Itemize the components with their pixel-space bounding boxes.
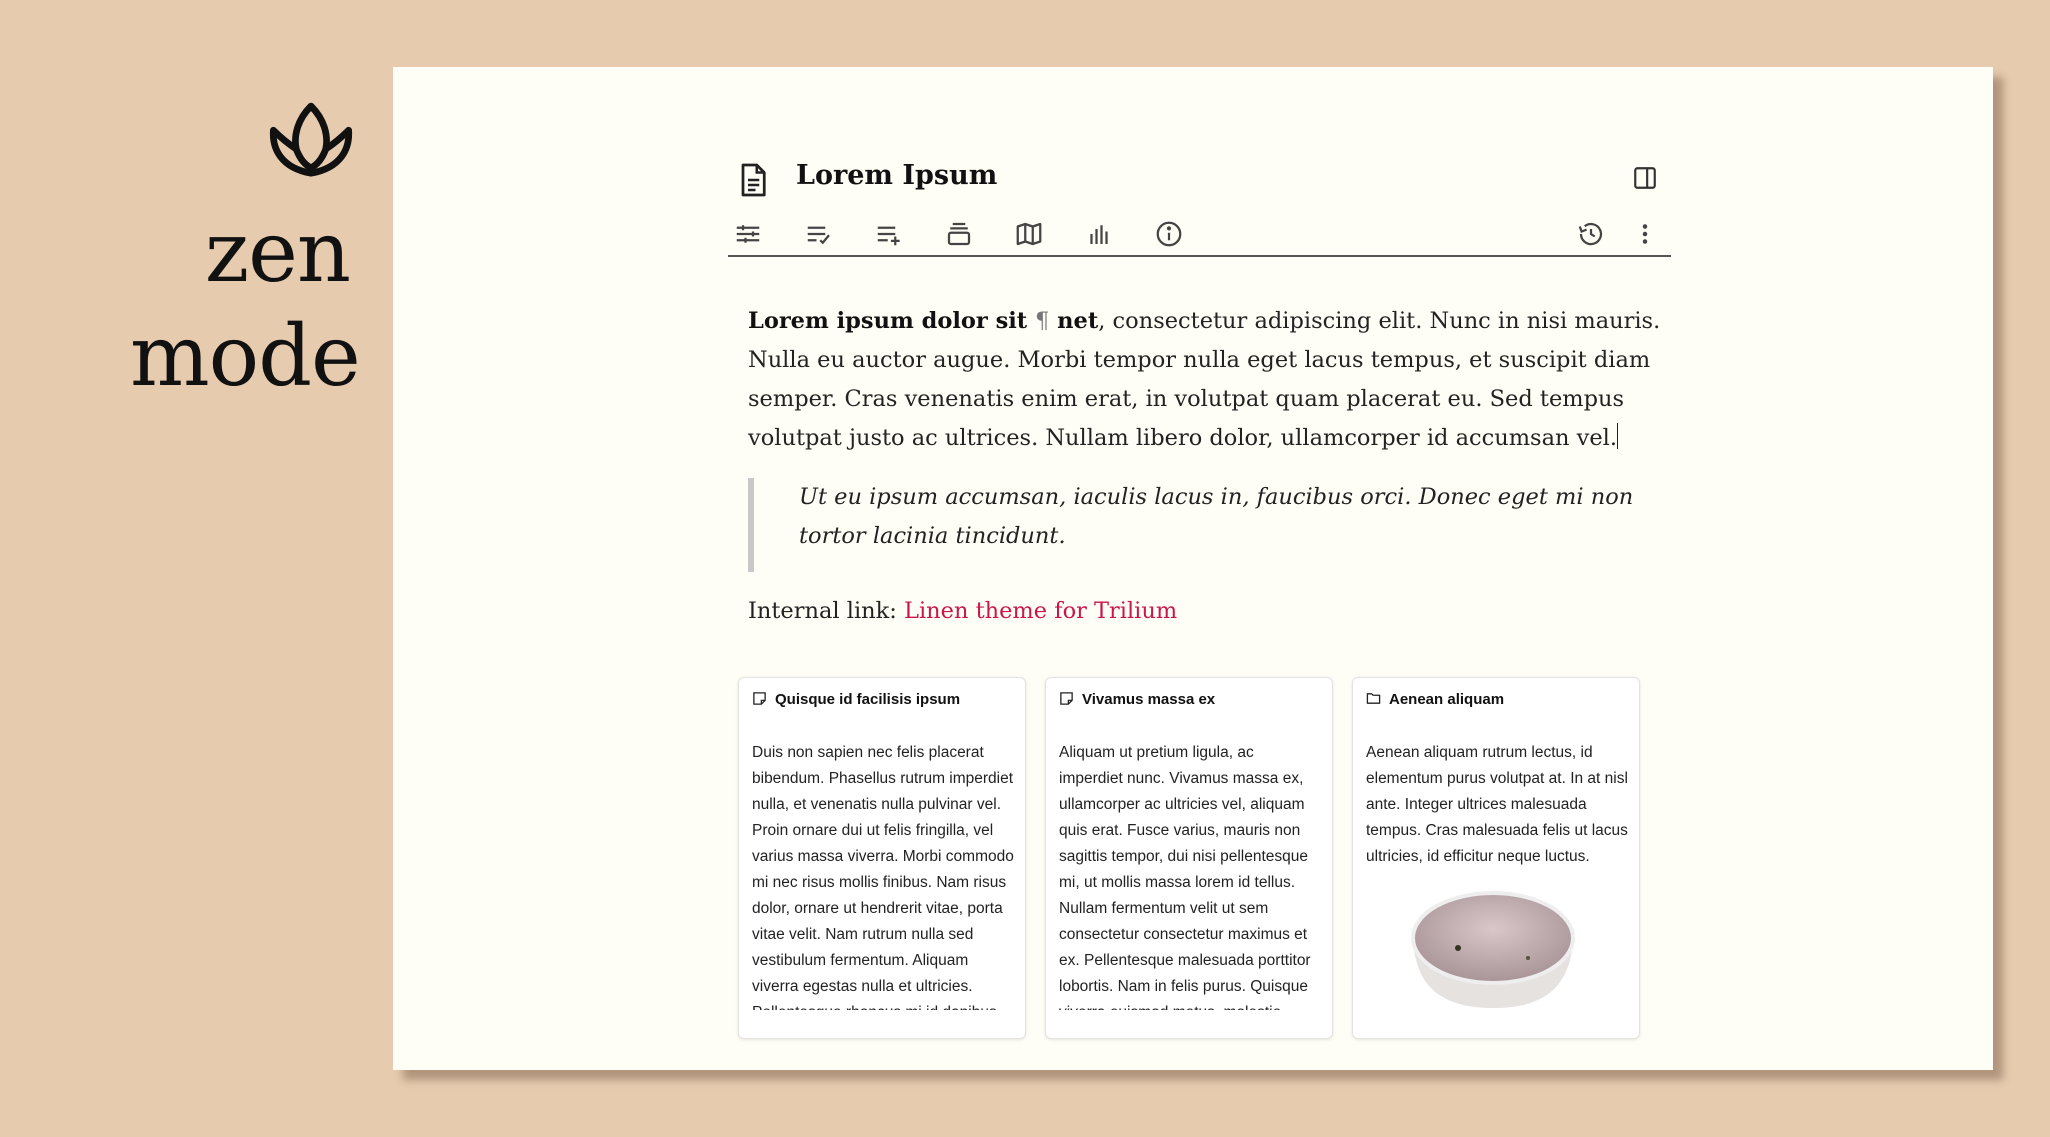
bar-chart-icon[interactable] — [1084, 219, 1114, 249]
stack-icon[interactable] — [944, 219, 974, 249]
card-quisque[interactable]: Quisque id facilisis ipsum Duis non sapi… — [738, 677, 1026, 1039]
info-icon[interactable] — [1154, 219, 1184, 249]
sliders-icon[interactable] — [733, 219, 763, 249]
map-icon[interactable] — [1014, 219, 1044, 249]
card-title: Aenean aliquam — [1389, 691, 1505, 708]
add-list-icon[interactable] — [874, 219, 904, 249]
note-icon — [1060, 692, 1073, 705]
bold-text-end: net — [1049, 308, 1099, 334]
body-paragraph[interactable]: Lorem ipsum dolor sit ¶ net, consectetur… — [748, 302, 1668, 458]
note-content[interactable]: Lorem ipsum dolor sit ¶ net, consectetur… — [748, 302, 1668, 631]
note-title[interactable]: Lorem Ipsum — [796, 160, 997, 191]
card-title: Quisque id facilisis ipsum — [775, 691, 961, 708]
note-title-row: Lorem Ipsum — [728, 160, 1678, 202]
card-header[interactable]: Quisque id facilisis ipsum — [752, 691, 960, 713]
folder-icon — [1366, 693, 1381, 704]
note-icon — [753, 692, 766, 705]
brand-title: zen mode — [130, 200, 361, 408]
edit-list-icon[interactable] — [804, 219, 834, 249]
internal-link-label: Internal link: — [748, 598, 904, 624]
more-vertical-icon[interactable] — [1630, 219, 1660, 249]
card-body: Aliquam ut pretium ligula, ac imperdiet … — [1059, 744, 1311, 1010]
document-icon — [741, 163, 766, 197]
card-title: Vivamus massa ex — [1082, 691, 1216, 708]
internal-link-row: Internal link: Linen theme for Trilium — [748, 592, 1668, 631]
card-aenean[interactable]: Aenean aliquam Aenean aliquam rutrum lec… — [1352, 677, 1640, 1039]
note-toolbar — [728, 213, 1671, 257]
pilcrow-mark: ¶ — [1035, 308, 1050, 334]
sidebar-panel-icon[interactable] — [1632, 165, 1658, 191]
card-header[interactable]: Aenean aliquam — [1366, 691, 1504, 713]
card-body: Duis non sapien nec felis placerat biben… — [752, 744, 1014, 1010]
card-vivamus[interactable]: Vivamus massa ex Aliquam ut pretium ligu… — [1045, 677, 1333, 1039]
internal-link[interactable]: Linen theme for Trilium — [904, 598, 1177, 624]
lotus-icon — [269, 102, 353, 177]
blockquote[interactable]: Ut eu ipsum accumsan, iaculis lacus in, … — [748, 478, 1668, 572]
text-cursor — [1617, 423, 1619, 449]
brand-line-1: zen — [204, 203, 351, 301]
bowl-image — [1411, 891, 1575, 1008]
brand-line-2: mode — [130, 307, 361, 405]
bold-text-start: Lorem ipsum dolor sit — [748, 308, 1036, 334]
card-header[interactable]: Vivamus massa ex — [1059, 691, 1215, 713]
history-icon[interactable] — [1576, 219, 1606, 249]
